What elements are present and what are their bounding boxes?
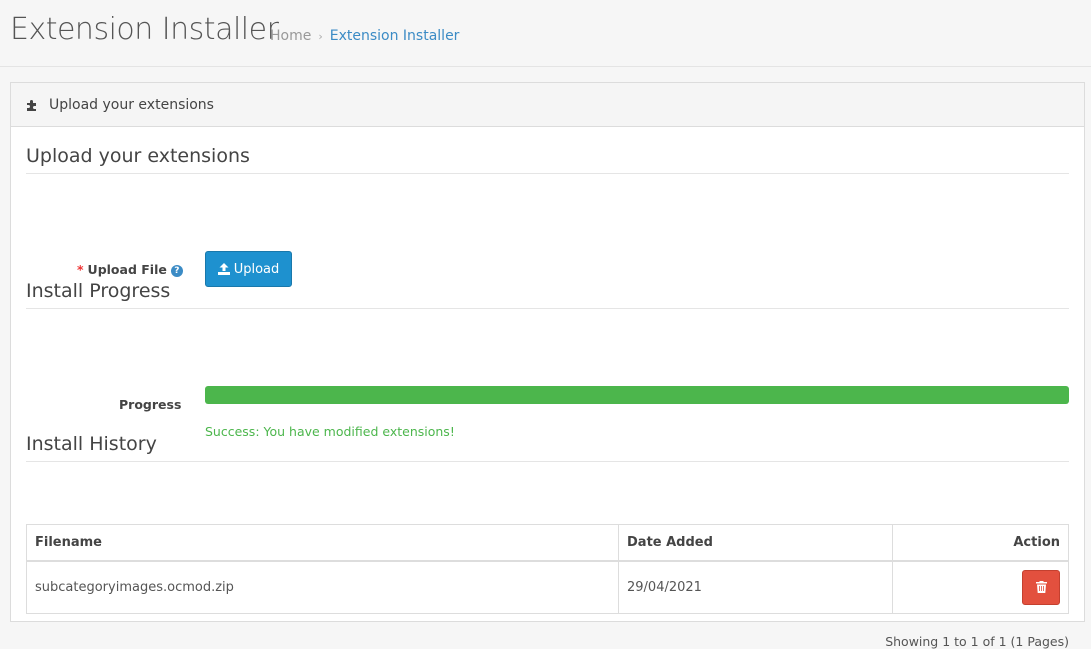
trash-icon	[1035, 581, 1047, 594]
upload-button-label: Upload	[233, 261, 280, 277]
progress-label: Progress	[119, 397, 182, 412]
upload-file-label-text: Upload File	[87, 262, 167, 277]
panel-heading-title: Upload your extensions	[49, 96, 214, 113]
cell-action	[892, 560, 1069, 614]
required-marker: *	[77, 262, 84, 277]
install-progress-bar	[205, 386, 1069, 404]
column-header-filename: Filename	[26, 524, 619, 562]
progress-bar-fill	[205, 386, 1069, 404]
pagination-info: Showing 1 to 1 of 1 (1 Pages)	[885, 634, 1069, 649]
delete-button[interactable]	[1022, 569, 1060, 605]
upload-file-label: * Upload File?	[77, 262, 183, 277]
page-header: Extension Installer Home › Extension Ins…	[0, 0, 1091, 67]
breadcrumb-current-link[interactable]: Extension Installer	[330, 28, 460, 44]
breadcrumb: Home › Extension Installer	[270, 28, 459, 44]
progress-legend: Install Progress	[26, 280, 1069, 309]
page-title: Extension Installer	[10, 12, 279, 47]
table-row: subcategoryimages.ocmod.zip 29/04/2021	[26, 560, 1069, 614]
help-icon[interactable]: ?	[170, 265, 183, 277]
upload-legend: Upload your extensions	[26, 145, 1069, 174]
column-header-date-added: Date Added	[618, 524, 893, 562]
panel-heading: Upload your extensions	[11, 83, 1084, 127]
column-header-action: Action	[892, 524, 1069, 562]
install-history-table: Filename Date Added Action subcategoryim…	[26, 524, 1069, 614]
cell-date-added: 29/04/2021	[618, 560, 893, 614]
upload-icon	[217, 263, 230, 275]
puzzle-icon	[27, 99, 36, 111]
cell-filename: subcategoryimages.ocmod.zip	[26, 560, 619, 614]
table-header-row: Filename Date Added Action	[26, 524, 1069, 562]
breadcrumb-separator-icon: ›	[318, 29, 323, 43]
breadcrumb-home-link[interactable]: Home	[270, 28, 311, 44]
upload-panel: Upload your extensions Upload your exten…	[10, 82, 1085, 649]
history-legend: Install History	[26, 433, 1069, 462]
